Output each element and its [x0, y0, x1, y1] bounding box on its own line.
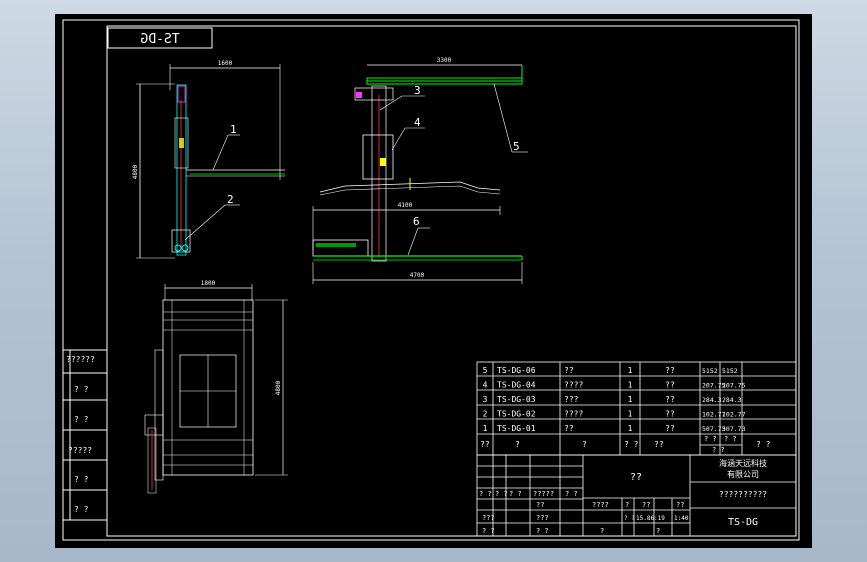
- bom-row-4-no: 1: [483, 424, 488, 433]
- sign-cell-9: ???: [536, 514, 549, 522]
- sign-cell-0: ? ?: [479, 490, 492, 498]
- bom-row-2-w1: 284.3: [702, 396, 722, 404]
- callout-6: 6: [413, 215, 420, 228]
- info-cell-5: ?: [600, 527, 604, 535]
- bom-header-2: ?: [582, 440, 587, 449]
- sign-cell-6: ???: [482, 514, 495, 522]
- callout-5: 5: [513, 140, 520, 153]
- left-strip-label-3: ?????: [68, 446, 92, 455]
- dim-top-rail: 3300: [437, 57, 452, 64]
- callout-4: 4: [414, 116, 421, 129]
- left-strip-label-1: ? ?: [74, 385, 89, 394]
- dim-base-length: 4700: [410, 272, 425, 279]
- callout-3: 3: [414, 84, 421, 97]
- info-cell-3: ??: [676, 501, 684, 509]
- bom-header-7: ? ?: [712, 446, 725, 454]
- info-cell-4: ? ?: [624, 515, 635, 522]
- bom-row-3-name: ????: [564, 410, 583, 419]
- bom-row-2-qty: 1: [628, 395, 633, 404]
- bom-header-3: ? ?: [624, 440, 639, 449]
- title-tag-text: TS-DG: [140, 32, 179, 47]
- bom-row-4-mat: ??: [665, 424, 675, 433]
- info-cell-1: ?: [625, 501, 629, 509]
- bom-header-0: ??: [480, 440, 490, 449]
- bom-row-1-w2: 207.75: [722, 382, 746, 390]
- dim-plan-height: 4800: [275, 380, 282, 395]
- bom-row-4-name: ??: [564, 424, 574, 433]
- callout-2: 2: [227, 193, 234, 206]
- bom-row-2-name: ???: [564, 395, 579, 404]
- sign-cell-1: ? ?: [495, 490, 508, 498]
- bom-header-4: ??: [654, 440, 664, 449]
- bom-header-1: ?: [515, 440, 520, 449]
- sign-cell-5: ??: [536, 501, 544, 509]
- bom-row-1-mat: ??: [665, 381, 675, 390]
- drawing-number: TS-DG: [728, 517, 758, 528]
- bom-row-3-no: 2: [483, 410, 488, 419]
- bom-row-2-w2: 284.3: [722, 396, 742, 404]
- bom-row-1-qty: 1: [628, 381, 633, 390]
- bom-row-2-no: 3: [483, 395, 488, 404]
- bom-row-4-w2: 507.73: [722, 425, 746, 433]
- dim-plan-width: 1800: [201, 280, 216, 287]
- bom-row-0-qty: 1: [628, 366, 633, 375]
- bom-row-0-code: TS-DG-06: [497, 366, 536, 375]
- bom-row-3-code: TS-DG-02: [497, 410, 536, 419]
- left-strip-label-0: ??????: [66, 355, 95, 364]
- left-strip-label-5: ? ?: [74, 505, 89, 514]
- info-cell-0: ????: [592, 501, 609, 509]
- sign-cell-4: ? ?: [565, 490, 578, 498]
- dim-side-width: 1600: [218, 60, 233, 67]
- callout-1: 1: [230, 123, 237, 136]
- bom-row-3-mat: ??: [665, 410, 675, 419]
- bom-row-3-qty: 1: [628, 410, 633, 419]
- bom-row-4-qty: 1: [628, 424, 633, 433]
- sign-cell-2: ? ?: [509, 490, 522, 498]
- cad-drawing: TS-DG ?????? ? ? ? ? ????? ? ? ? ? 1600 …: [55, 14, 812, 548]
- left-strip-label-4: ? ?: [74, 475, 89, 484]
- sign-cell-8: ? ?: [536, 527, 549, 535]
- info-cell-6: ?: [656, 527, 660, 535]
- sign-cell-7: ? ?: [482, 527, 495, 535]
- bom-row-1-no: 4: [483, 381, 488, 390]
- info-cell-8: 1:40: [674, 515, 689, 522]
- drawing-name: ??: [630, 472, 642, 483]
- dim-mid-span: 4100: [398, 202, 413, 209]
- left-strip-label-2: ? ?: [74, 415, 89, 424]
- bom-row-3-w2: 102.77: [722, 411, 746, 419]
- bom-row-0-w1: 5152: [702, 367, 718, 375]
- model-space: [55, 14, 812, 548]
- bom-row-1-name: ????: [564, 381, 583, 390]
- bom-row-2-mat: ??: [665, 395, 675, 404]
- bom-row-4-code: TS-DG-01: [497, 424, 536, 433]
- bom-header-8: ? ?: [756, 440, 771, 449]
- info-cell-7: 15.86:19: [636, 515, 665, 522]
- info-cell-2: ??: [642, 501, 650, 509]
- company-line-1: 海涵天远科技: [719, 458, 767, 468]
- bom-header-6: ? ?: [724, 435, 737, 443]
- sign-cell-3: ?????: [533, 490, 554, 498]
- bom-row-2-code: TS-DG-03: [497, 395, 536, 404]
- dim-side-height: 4800: [132, 164, 139, 179]
- bom-row-0-w2: 5152: [722, 367, 738, 375]
- bom-row-0-no: 5: [483, 366, 488, 375]
- bom-row-0-mat: ??: [665, 366, 675, 375]
- company-line-2: 有限公司: [727, 469, 759, 479]
- bom-row-1-code: TS-DG-04: [497, 381, 536, 390]
- bom-header-5: ? ?: [704, 435, 717, 443]
- code-placeholder: ??????????: [719, 490, 767, 499]
- bom-row-0-name: ??: [564, 366, 574, 375]
